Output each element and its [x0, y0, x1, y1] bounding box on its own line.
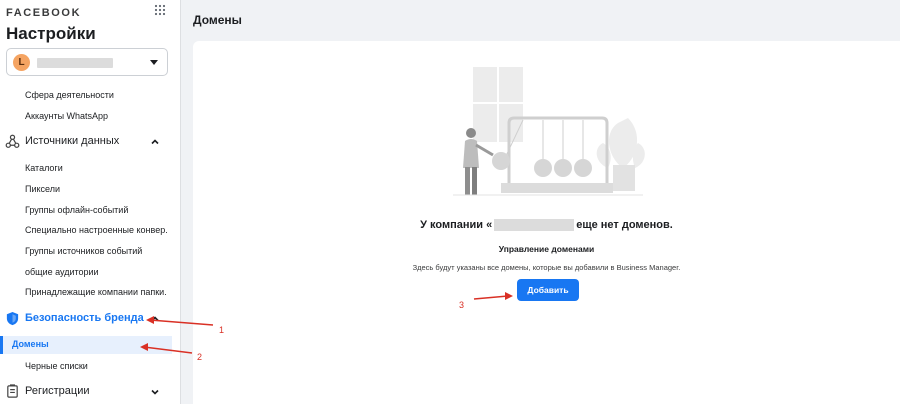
chevron-down-icon[interactable]: [150, 387, 160, 397]
newtons-cradle-illustration: [453, 67, 645, 196]
empty-state-description: Здесь будут указаны все домены, которые …: [412, 263, 681, 272]
empty-state-heading: У компании « еще нет доменов.: [193, 219, 900, 232]
data-sources-icon: [5, 134, 20, 148]
annotation-number-3: 3: [459, 300, 465, 310]
sidebar-item-offline-event-groups[interactable]: Группы офлайн-событий: [25, 205, 167, 215]
annotation-number-2: 2: [197, 352, 203, 362]
add-domain-button[interactable]: Добавить: [517, 279, 579, 301]
section-label: Источники данных: [25, 135, 120, 147]
sidebar-item-whatsapp-accounts[interactable]: Аккаунты WhatsApp: [25, 111, 167, 121]
empty-state-card: У компании « еще нет доменов. Управление …: [193, 41, 900, 404]
sidebar-item-custom-conversions[interactable]: Специально настроенные конвер...: [25, 225, 167, 235]
chevron-down-icon: [150, 60, 158, 65]
shield-icon: [6, 311, 19, 326]
sidebar-item-blocklists[interactable]: Черные списки: [25, 361, 167, 371]
annotation-number-1: 1: [219, 325, 225, 335]
section-brand-safety[interactable]: Безопасность бренда: [0, 308, 172, 330]
section-label: Безопасность бренда: [25, 312, 144, 324]
chevron-up-icon[interactable]: [150, 137, 160, 147]
facebook-logo: FACEBOOK: [6, 7, 82, 19]
empty-heading-suffix: еще нет доменов.: [576, 219, 673, 231]
sidebar-item-event-source-groups[interactable]: Группы источников событий: [25, 246, 167, 256]
sidebar-item-shared-audiences[interactable]: общие аудитории: [25, 267, 167, 277]
section-registrations[interactable]: Регистрации: [0, 381, 172, 403]
empty-heading-prefix: У компании «: [420, 219, 493, 231]
sidebar-item-business-folders[interactable]: Принадлежащие компании папки...: [25, 287, 167, 297]
selection-indicator: [0, 336, 3, 354]
section-label: Регистрации: [25, 385, 90, 397]
chevron-up-icon[interactable]: [150, 314, 160, 324]
sidebar-item-label: Домены: [12, 339, 49, 349]
sidebar: FACEBOOK Настройки компании L Сфера деят…: [0, 0, 181, 404]
page-title: Домены: [193, 13, 242, 27]
redacted-company-name: [494, 219, 575, 232]
redacted-account-name: [37, 58, 113, 68]
sidebar-item-catalogs[interactable]: Каталоги: [25, 163, 167, 173]
section-data-sources[interactable]: Источники данных: [0, 131, 172, 153]
sidebar-item-industry[interactable]: Сфера деятельности: [25, 90, 167, 100]
sidebar-item-pixels[interactable]: Пиксели: [25, 184, 167, 194]
business-account-select[interactable]: L: [6, 48, 168, 76]
avatar: L: [13, 54, 30, 71]
sidebar-item-domains[interactable]: Домены: [0, 336, 172, 354]
registrations-icon: [7, 384, 18, 398]
apps-grid-icon[interactable]: [154, 4, 166, 16]
manage-domains-subheading: Управление доменами: [498, 244, 595, 254]
